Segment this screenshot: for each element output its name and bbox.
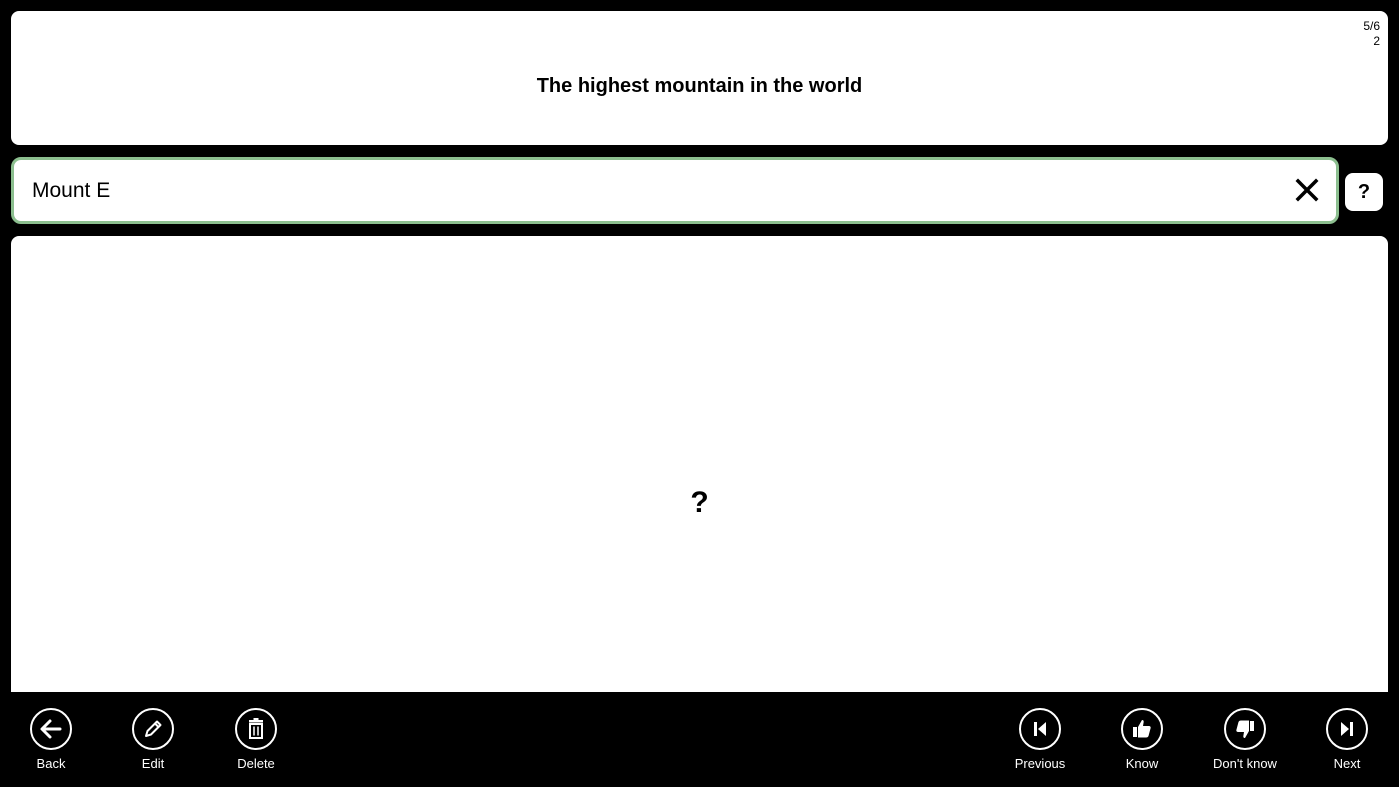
thumbs-down-icon xyxy=(1224,708,1266,750)
dont-know-button[interactable]: Don't know xyxy=(1200,708,1290,771)
answer-field-container xyxy=(11,157,1339,224)
back-button[interactable]: Back xyxy=(6,708,96,771)
flashcard-screen: 5/6 2 The highest mountain in the world … xyxy=(0,0,1399,787)
card-counter: 5/6 2 xyxy=(1363,19,1380,49)
thumbs-up-icon xyxy=(1121,708,1163,750)
next-button[interactable]: Next xyxy=(1302,708,1392,771)
close-icon xyxy=(1295,178,1319,202)
trash-icon xyxy=(235,708,277,750)
back-label: Back xyxy=(36,756,66,771)
previous-button[interactable]: Previous xyxy=(995,708,1085,771)
answer-reveal-area[interactable]: ? xyxy=(11,236,1388,692)
hint-button[interactable]: ? xyxy=(1345,173,1383,211)
know-button[interactable]: Know xyxy=(1097,708,1187,771)
clear-answer-button[interactable] xyxy=(1292,175,1322,205)
previous-label: Previous xyxy=(1014,756,1066,771)
next-label: Next xyxy=(1333,756,1361,771)
answer-input[interactable] xyxy=(32,160,1272,221)
dont-know-label: Don't know xyxy=(1213,756,1277,771)
app-bar: Back Edit Delete Previous Know Don't kno… xyxy=(0,692,1399,787)
pencil-icon xyxy=(132,708,174,750)
card-position: 5/6 xyxy=(1363,19,1380,33)
question-card: 5/6 2 The highest mountain in the world xyxy=(11,11,1388,145)
card-sub-count: 2 xyxy=(1373,34,1380,48)
delete-button[interactable]: Delete xyxy=(211,708,301,771)
skip-previous-icon xyxy=(1019,708,1061,750)
hidden-answer-placeholder: ? xyxy=(690,486,709,519)
edit-button[interactable]: Edit xyxy=(108,708,198,771)
question-text: The highest mountain in the world xyxy=(536,75,863,97)
skip-next-icon xyxy=(1326,708,1368,750)
edit-label: Edit xyxy=(141,756,165,771)
delete-label: Delete xyxy=(237,756,275,771)
know-label: Know xyxy=(1125,756,1159,771)
arrow-left-icon xyxy=(30,708,72,750)
